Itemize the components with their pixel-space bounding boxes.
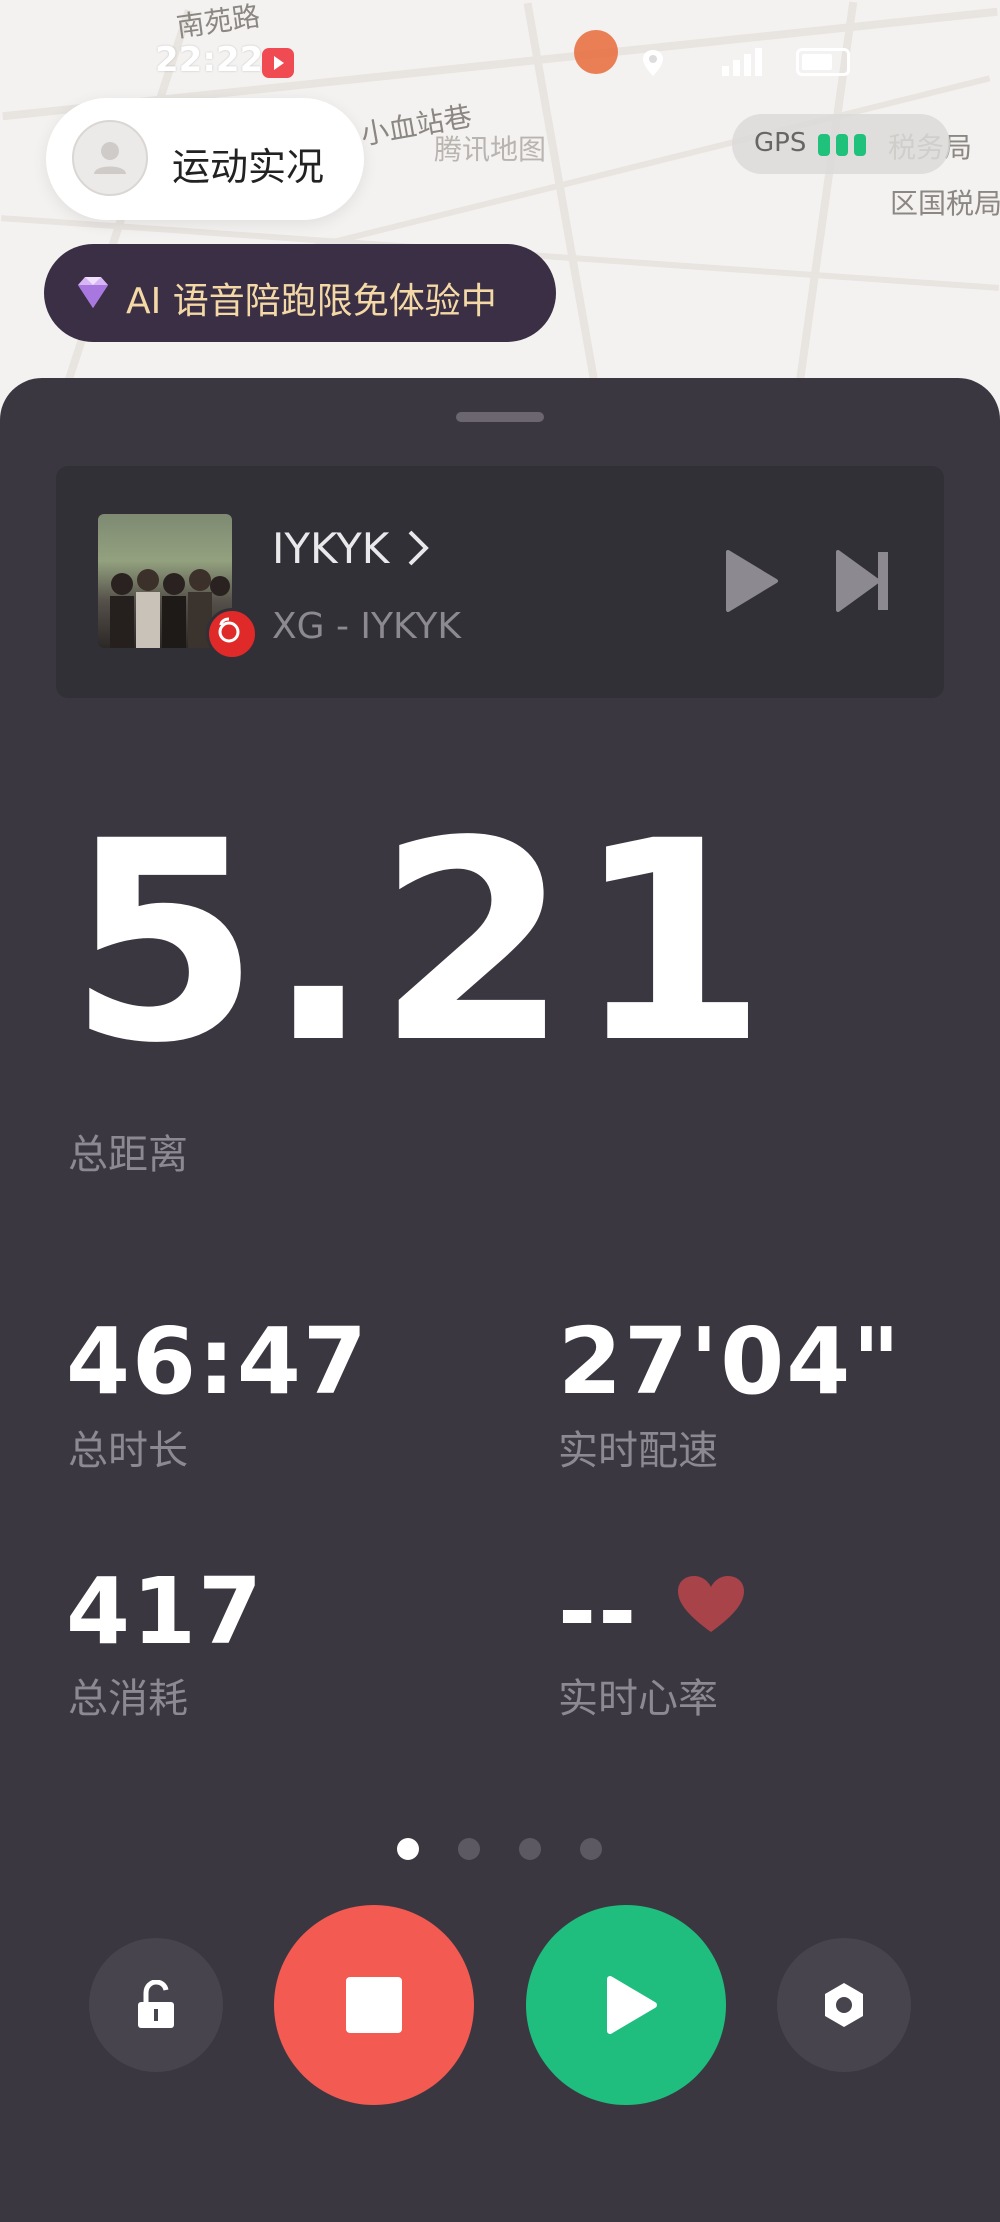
- status-time: 22:22: [155, 40, 264, 80]
- map-label-district-tax: 区国税局: [890, 187, 1000, 220]
- lock-button[interactable]: [89, 1938, 223, 2072]
- song-title: IYKYK: [272, 524, 390, 573]
- stop-icon: [346, 1977, 402, 2033]
- song-artist: XG - IYKYK: [272, 606, 461, 647]
- drag-handle[interactable]: [456, 412, 544, 422]
- video-app-icon: [262, 48, 294, 78]
- avatar: [72, 120, 148, 196]
- location-icon: [640, 48, 666, 78]
- gps-label: GPS: [754, 128, 807, 158]
- live-activity-label: 运动实况: [172, 145, 325, 189]
- stop-button[interactable]: [274, 1905, 474, 2105]
- pace-label: 实时配速: [558, 1428, 718, 1474]
- resume-button[interactable]: [526, 1905, 726, 2105]
- settings-icon: [820, 1981, 868, 2029]
- signal-icon: [720, 48, 780, 78]
- distance-value: 5.21: [68, 783, 773, 1104]
- pager-dot[interactable]: [519, 1838, 541, 1860]
- diamond-icon: [70, 270, 116, 316]
- heart-rate-label: 实时心率: [558, 1676, 718, 1722]
- calories-value: 417: [66, 1558, 265, 1665]
- gps-signal-bar: [836, 134, 848, 156]
- music-player-card[interactable]: IYKYK XG - IYKYK: [56, 466, 944, 698]
- heart-icon: [676, 1574, 746, 1634]
- settings-button[interactable]: [777, 1938, 911, 2072]
- play-icon[interactable]: [724, 550, 780, 612]
- duration-label: 总时长: [68, 1428, 188, 1474]
- workout-panel: IYKYK XG - IYKYK 5.21 总距离 46:47 总时长 27'0…: [0, 378, 1000, 2222]
- status-bar: 22:22: [0, 30, 1000, 94]
- ai-voice-companion-banner[interactable]: AI 语音陪跑限免体验中: [44, 244, 556, 342]
- map-watermark: 腾讯地图: [434, 133, 547, 166]
- netease-music-icon: [206, 608, 258, 660]
- gps-status: GPS: [732, 114, 950, 174]
- play-icon: [604, 1975, 660, 2035]
- pager-dot-active[interactable]: [397, 1838, 419, 1860]
- battery-icon: [796, 48, 850, 76]
- duration-value: 46:47: [66, 1308, 369, 1415]
- pager-dot[interactable]: [458, 1838, 480, 1860]
- ai-banner-text: AI 语音陪跑限免体验中: [126, 281, 497, 322]
- running-indicator-icon: [574, 30, 618, 74]
- heart-rate-value: --: [558, 1558, 639, 1665]
- gps-signal-bar: [854, 134, 866, 156]
- pace-value: 27'04": [558, 1308, 903, 1415]
- distance-label: 总距离: [68, 1132, 188, 1178]
- unlock-icon: [134, 1979, 178, 2030]
- next-track-icon[interactable]: [834, 550, 892, 612]
- chevron-right-icon[interactable]: [404, 528, 432, 568]
- gps-signal-bar: [818, 134, 830, 156]
- calories-label: 总消耗: [68, 1676, 188, 1722]
- pager-dot[interactable]: [580, 1838, 602, 1860]
- live-activity-button[interactable]: 运动实况: [46, 98, 364, 220]
